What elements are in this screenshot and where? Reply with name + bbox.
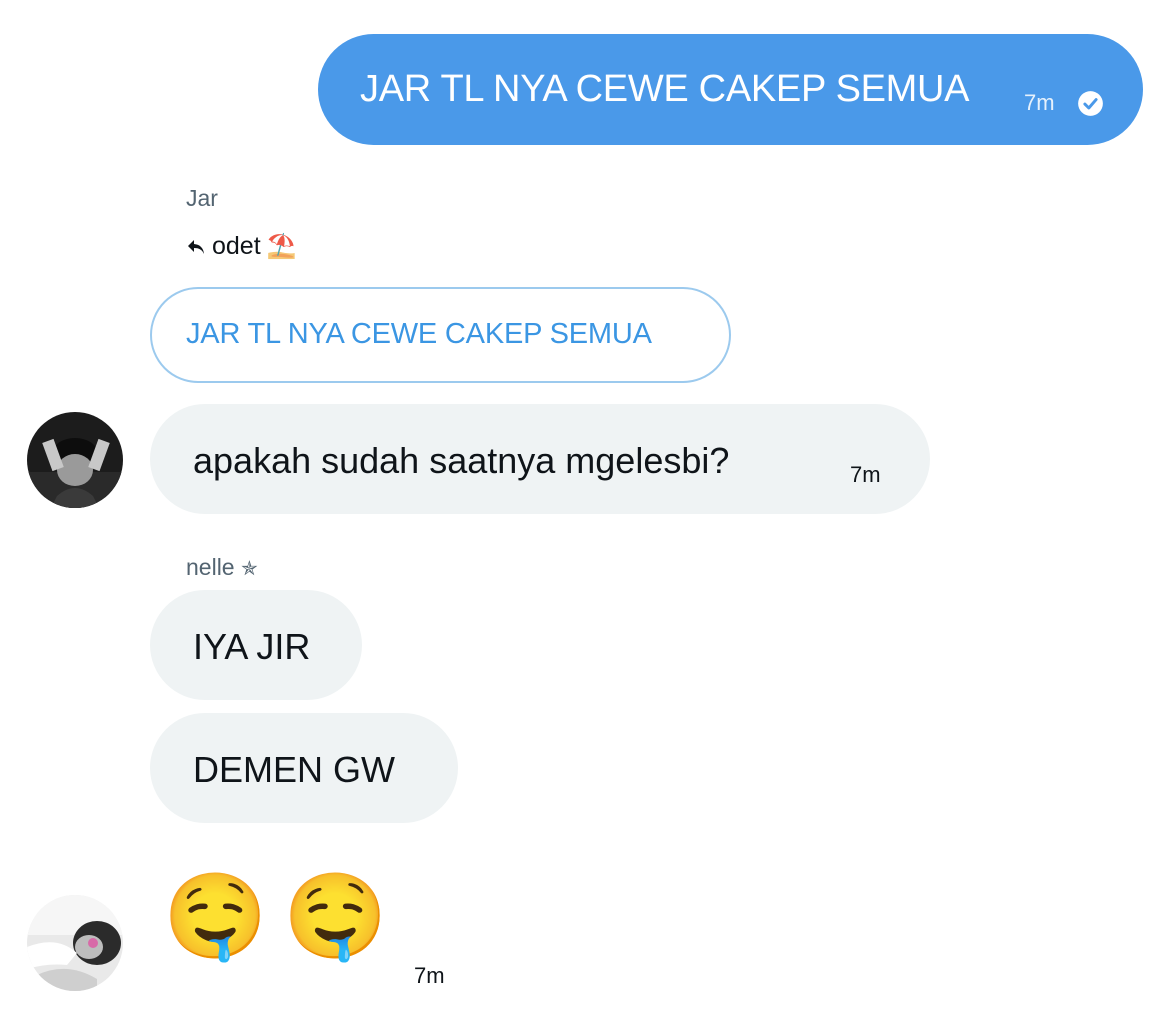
sent-message-text: JAR TL NYA CEWE CAKEP SEMUA [360,68,970,110]
sender-name-text: nelle [186,554,235,580]
star-badge-icon: ✯ [241,558,258,580]
sender-name-nelle: nelle ✯ [186,554,258,581]
message-time-emoji: 7m [414,963,445,988]
message-text-demen-gw: DEMEN GW [193,749,395,790]
quoted-message-text: JAR TL NYA CEWE CAKEP SEMUA [186,318,652,350]
umbrella-emoji: ⛱️ [266,233,297,260]
check-circle-icon [1078,91,1103,116]
message-text-question: apakah sudah saatnya mgelesbi? [193,440,730,481]
avatar-photo-icon [27,412,123,508]
message-time-question: 7m [850,462,881,487]
sent-message-time: 7m [1024,90,1055,115]
avatar-photo-icon [27,895,123,991]
reply-indicator[interactable]: odet ⛱️ [186,232,297,261]
message-text-iya-jir: IYA JIR [193,626,311,667]
reply-to-name: odet [212,232,261,260]
avatar-nelle[interactable] [27,895,123,991]
avatar-jar[interactable] [27,412,123,508]
reply-arrow-icon [188,239,204,254]
drooling-face-emoji-2: 🤤 [283,869,388,963]
drooling-face-emoji-1: 🤤 [163,869,268,963]
sender-name-jar: Jar [186,185,218,211]
